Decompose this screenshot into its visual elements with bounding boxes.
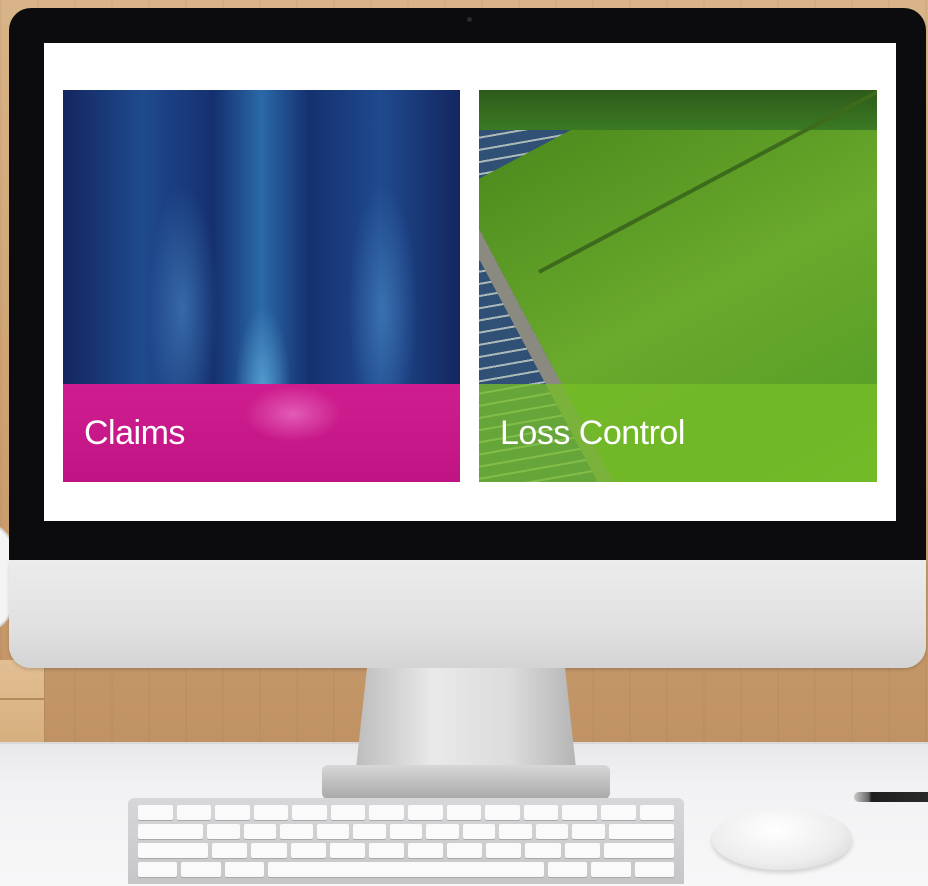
- monitor-stand-base: [322, 765, 610, 799]
- keyboard-row: [138, 862, 675, 877]
- monitor-stand: [356, 668, 576, 768]
- mouse: [712, 808, 852, 870]
- claims-tile[interactable]: Claims: [63, 90, 460, 482]
- pen: [854, 792, 928, 802]
- keyboard-row: [138, 824, 674, 839]
- loss-control-tile[interactable]: Loss Control: [479, 90, 877, 482]
- keyboard-row: [138, 805, 675, 820]
- claims-label: Claims: [84, 414, 185, 452]
- claims-label-bar: Claims: [63, 384, 460, 482]
- camera-dot-icon: [467, 17, 472, 22]
- loss-control-label: Loss Control: [500, 414, 685, 452]
- loss-control-label-bar: Loss Control: [479, 384, 877, 482]
- screen-page: Claims Loss Control: [44, 43, 896, 521]
- keyboard: [128, 798, 684, 884]
- monitor-chin: [9, 560, 926, 668]
- keyboard-row: [138, 843, 674, 858]
